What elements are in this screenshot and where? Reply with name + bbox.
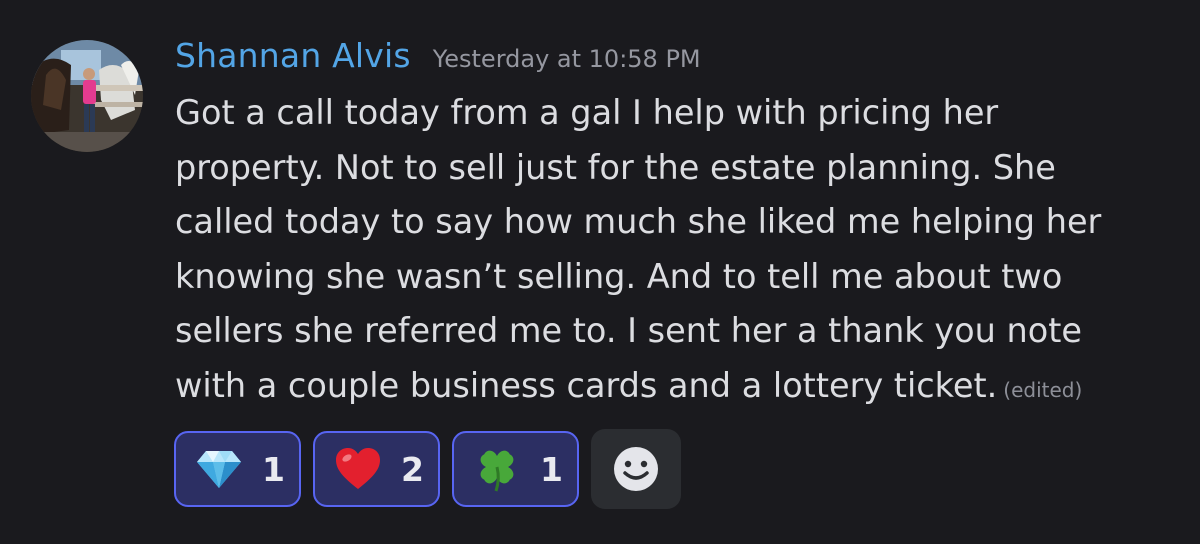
message-header: Shannan Alvis Yesterday at 10:58 PM — [175, 36, 701, 82]
smiley-add-reaction-icon — [613, 447, 658, 491]
message-line: knowing she wasn’t selling. And to tell … — [175, 256, 1063, 296]
message-line-text: with a couple business cards and a lotte… — [175, 365, 998, 405]
reaction-count: 2 — [400, 449, 424, 489]
gem-emoji-icon — [192, 442, 246, 496]
reaction-clover[interactable]: 1 — [451, 431, 579, 507]
red-heart-emoji-icon — [331, 442, 385, 496]
avatar[interactable] — [31, 40, 143, 152]
reaction-heart[interactable]: 2 — [312, 431, 440, 507]
username[interactable]: Shannan Alvis — [175, 36, 411, 75]
edited-label[interactable]: (edited) — [1003, 378, 1082, 402]
add-reaction-button[interactable] — [590, 429, 681, 509]
reaction-gem[interactable]: 1 — [174, 431, 301, 507]
message-line: called today to say how much she liked m… — [175, 202, 1102, 241]
message-line-last: with a couple business cards and a lotte… — [175, 359, 1175, 418]
four-leaf-clover-emoji-icon — [470, 442, 524, 496]
timestamp[interactable]: Yesterday at 10:58 PM — [433, 45, 701, 73]
message-line: sellers she referred me to. I sent her a… — [175, 311, 1083, 350]
avatar-photo-icon — [31, 40, 143, 152]
reaction-count: 1 — [262, 449, 285, 489]
message-line: property. Not to sell just for the estat… — [175, 147, 1056, 187]
reactions-bar: 1 2 1 — [174, 429, 681, 509]
reaction-count: 1 — [539, 449, 563, 489]
chat-message: Shannan Alvis Yesterday at 10:58 PM Got … — [0, 0, 1200, 544]
message-content: Got a call today from a gal I help with … — [175, 86, 1175, 417]
message-line: Got a call today from a gal I help with … — [175, 93, 999, 132]
